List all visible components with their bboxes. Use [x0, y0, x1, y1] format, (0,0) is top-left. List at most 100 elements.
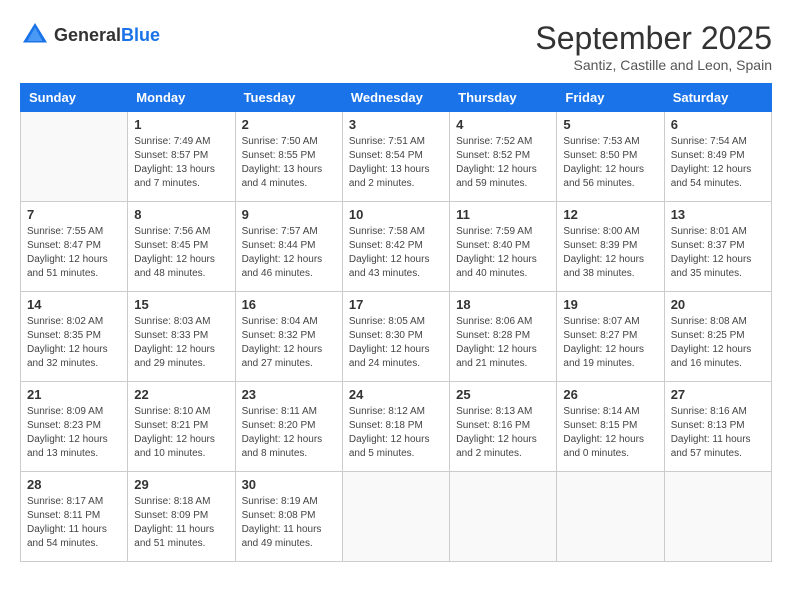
week-row-5: 28Sunrise: 8:17 AM Sunset: 8:11 PM Dayli…: [21, 472, 772, 562]
cal-cell: 19 Sunrise: 8:07 AM Sunset: 8:27 PM Dayli…: [557, 292, 664, 382]
cell-date: 29: [134, 477, 228, 492]
day-header-wednesday: Wednesday: [342, 84, 449, 112]
cal-cell: 5Sunrise: 7:53 AM Sunset: 8:50 PM Daylig…: [557, 112, 664, 202]
cell-date: 25: [456, 387, 550, 402]
cell-info: Sunrise: 8:09 AM Sunset: 8:23 PM Dayligh…: [27, 405, 121, 461]
cal-cell: 23Sunrise: 8:11 AM Sunset: 8:20 PM Dayli…: [235, 382, 342, 472]
cell-date: 19: [563, 297, 657, 312]
cell-date: 4: [456, 117, 550, 132]
cell-info: Sunrise: 7:52 AM Sunset: 8:52 PM Dayligh…: [456, 135, 550, 191]
location-title: Santiz, Castille and Leon, Spain: [535, 57, 772, 73]
cal-cell: 10 Sunrise: 7:58 AM Sunset: 8:42 PM Dayli…: [342, 202, 449, 292]
cell-date: 2: [242, 117, 336, 132]
cal-cell: 15 Sunrise: 8:03 AM Sunset: 8:33 PM Dayli…: [128, 292, 235, 382]
week-row-4: 21 Sunrise: 8:09 AM Sunset: 8:23 PM Dayli…: [21, 382, 772, 472]
week-row-3: 14 Sunrise: 8:02 AM Sunset: 8:35 PM Dayli…: [21, 292, 772, 382]
cell-date: 22: [134, 387, 228, 402]
cal-cell: 30 Sunrise: 8:19 AM Sunset: 8:08 PM Dayli…: [235, 472, 342, 562]
cell-info: Sunrise: 7:59 AM Sunset: 8:40 PM Dayligh…: [456, 225, 550, 281]
cell-date: 6: [671, 117, 765, 132]
cal-cell: 7 Sunrise: 7:55 AM Sunset: 8:47 PM Daylig…: [21, 202, 128, 292]
cell-info: Sunrise: 8:01 AM Sunset: 8:37 PM Dayligh…: [671, 225, 765, 281]
cal-cell: 18Sunrise: 8:06 AM Sunset: 8:28 PM Dayli…: [450, 292, 557, 382]
cal-cell: [450, 472, 557, 562]
cal-cell: [342, 472, 449, 562]
cal-cell: 29 Sunrise: 8:18 AM Sunset: 8:09 PM Dayli…: [128, 472, 235, 562]
cell-info: Sunrise: 8:00 AM Sunset: 8:39 PM Dayligh…: [563, 225, 657, 281]
cell-info: Sunrise: 8:10 AM Sunset: 8:21 PM Dayligh…: [134, 405, 228, 461]
cell-info: Sunrise: 7:49 AM Sunset: 8:57 PM Dayligh…: [134, 135, 228, 191]
cell-date: 12: [563, 207, 657, 222]
cell-info: Sunrise: 7:54 AM Sunset: 8:49 PM Dayligh…: [671, 135, 765, 191]
cal-cell: 20 Sunrise: 8:08 AM Sunset: 8:25 PM Dayli…: [664, 292, 771, 382]
logo: General Blue: [20, 20, 160, 50]
header-row: SundayMondayTuesdayWednesdayThursdayFrid…: [21, 84, 772, 112]
day-header-friday: Friday: [557, 84, 664, 112]
cal-cell: 2Sunrise: 7:50 AM Sunset: 8:55 PM Daylig…: [235, 112, 342, 202]
day-header-saturday: Saturday: [664, 84, 771, 112]
cal-cell: [557, 472, 664, 562]
logo-icon: [20, 20, 50, 50]
day-header-thursday: Thursday: [450, 84, 557, 112]
cell-date: 16: [242, 297, 336, 312]
cal-cell: 22 Sunrise: 8:10 AM Sunset: 8:21 PM Dayli…: [128, 382, 235, 472]
cell-date: 17: [349, 297, 443, 312]
cell-date: 7: [27, 207, 121, 222]
cell-date: 13: [671, 207, 765, 222]
cell-info: Sunrise: 8:08 AM Sunset: 8:25 PM Dayligh…: [671, 315, 765, 371]
cal-cell: 24 Sunrise: 8:12 AM Sunset: 8:18 PM Dayli…: [342, 382, 449, 472]
cell-date: 20: [671, 297, 765, 312]
cell-info: Sunrise: 8:07 AM Sunset: 8:27 PM Dayligh…: [563, 315, 657, 371]
day-header-tuesday: Tuesday: [235, 84, 342, 112]
cal-cell: 6 Sunrise: 7:54 AM Sunset: 8:49 PM Daylig…: [664, 112, 771, 202]
cell-info: Sunrise: 8:03 AM Sunset: 8:33 PM Dayligh…: [134, 315, 228, 371]
month-title: September 2025: [535, 20, 772, 57]
cal-cell: 3Sunrise: 7:51 AM Sunset: 8:54 PM Daylig…: [342, 112, 449, 202]
logo-text-general: General: [54, 26, 121, 44]
cell-info: Sunrise: 8:19 AM Sunset: 8:08 PM Dayligh…: [242, 495, 336, 551]
cal-cell: 4 Sunrise: 7:52 AM Sunset: 8:52 PM Daylig…: [450, 112, 557, 202]
cal-cell: 27 Sunrise: 8:16 AM Sunset: 8:13 PM Dayli…: [664, 382, 771, 472]
cell-date: 27: [671, 387, 765, 402]
cell-info: Sunrise: 7:58 AM Sunset: 8:42 PM Dayligh…: [349, 225, 443, 281]
week-row-2: 7 Sunrise: 7:55 AM Sunset: 8:47 PM Daylig…: [21, 202, 772, 292]
cell-info: Sunrise: 8:16 AM Sunset: 8:13 PM Dayligh…: [671, 405, 765, 461]
cal-cell: 8Sunrise: 7:56 AM Sunset: 8:45 PM Daylig…: [128, 202, 235, 292]
cell-info: Sunrise: 7:57 AM Sunset: 8:44 PM Dayligh…: [242, 225, 336, 281]
cell-info: Sunrise: 8:12 AM Sunset: 8:18 PM Dayligh…: [349, 405, 443, 461]
cell-date: 9: [242, 207, 336, 222]
cal-cell: 11Sunrise: 7:59 AM Sunset: 8:40 PM Dayli…: [450, 202, 557, 292]
cell-info: Sunrise: 7:55 AM Sunset: 8:47 PM Dayligh…: [27, 225, 121, 281]
cell-date: 30: [242, 477, 336, 492]
cell-info: Sunrise: 7:56 AM Sunset: 8:45 PM Dayligh…: [134, 225, 228, 281]
cal-cell: [21, 112, 128, 202]
cell-date: 14: [27, 297, 121, 312]
title-section: September 2025 Santiz, Castille and Leon…: [535, 20, 772, 73]
cell-date: 15: [134, 297, 228, 312]
cal-cell: 16 Sunrise: 8:04 AM Sunset: 8:32 PM Dayli…: [235, 292, 342, 382]
cell-date: 21: [27, 387, 121, 402]
cell-info: Sunrise: 8:18 AM Sunset: 8:09 PM Dayligh…: [134, 495, 228, 551]
calendar-table: SundayMondayTuesdayWednesdayThursdayFrid…: [20, 83, 772, 562]
cal-cell: 17 Sunrise: 8:05 AM Sunset: 8:30 PM Dayli…: [342, 292, 449, 382]
cell-info: Sunrise: 8:05 AM Sunset: 8:30 PM Dayligh…: [349, 315, 443, 371]
cal-cell: 25 Sunrise: 8:13 AM Sunset: 8:16 PM Dayli…: [450, 382, 557, 472]
cell-date: 10: [349, 207, 443, 222]
cell-info: Sunrise: 8:02 AM Sunset: 8:35 PM Dayligh…: [27, 315, 121, 371]
cell-date: 26: [563, 387, 657, 402]
cell-info: Sunrise: 8:06 AM Sunset: 8:28 PM Dayligh…: [456, 315, 550, 371]
cell-date: 24: [349, 387, 443, 402]
page-header: General Blue September 2025 Santiz, Cast…: [20, 20, 772, 73]
cell-info: Sunrise: 7:53 AM Sunset: 8:50 PM Dayligh…: [563, 135, 657, 191]
cell-info: Sunrise: 8:13 AM Sunset: 8:16 PM Dayligh…: [456, 405, 550, 461]
cell-info: Sunrise: 8:14 AM Sunset: 8:15 PM Dayligh…: [563, 405, 657, 461]
cal-cell: [664, 472, 771, 562]
cell-info: Sunrise: 7:51 AM Sunset: 8:54 PM Dayligh…: [349, 135, 443, 191]
cal-cell: 12 Sunrise: 8:00 AM Sunset: 8:39 PM Dayli…: [557, 202, 664, 292]
cell-info: Sunrise: 8:04 AM Sunset: 8:32 PM Dayligh…: [242, 315, 336, 371]
cal-cell: 1Sunrise: 7:49 AM Sunset: 8:57 PM Daylig…: [128, 112, 235, 202]
cal-cell: 14 Sunrise: 8:02 AM Sunset: 8:35 PM Dayli…: [21, 292, 128, 382]
week-row-1: 1Sunrise: 7:49 AM Sunset: 8:57 PM Daylig…: [21, 112, 772, 202]
cell-date: 28: [27, 477, 121, 492]
cal-cell: 9 Sunrise: 7:57 AM Sunset: 8:44 PM Daylig…: [235, 202, 342, 292]
